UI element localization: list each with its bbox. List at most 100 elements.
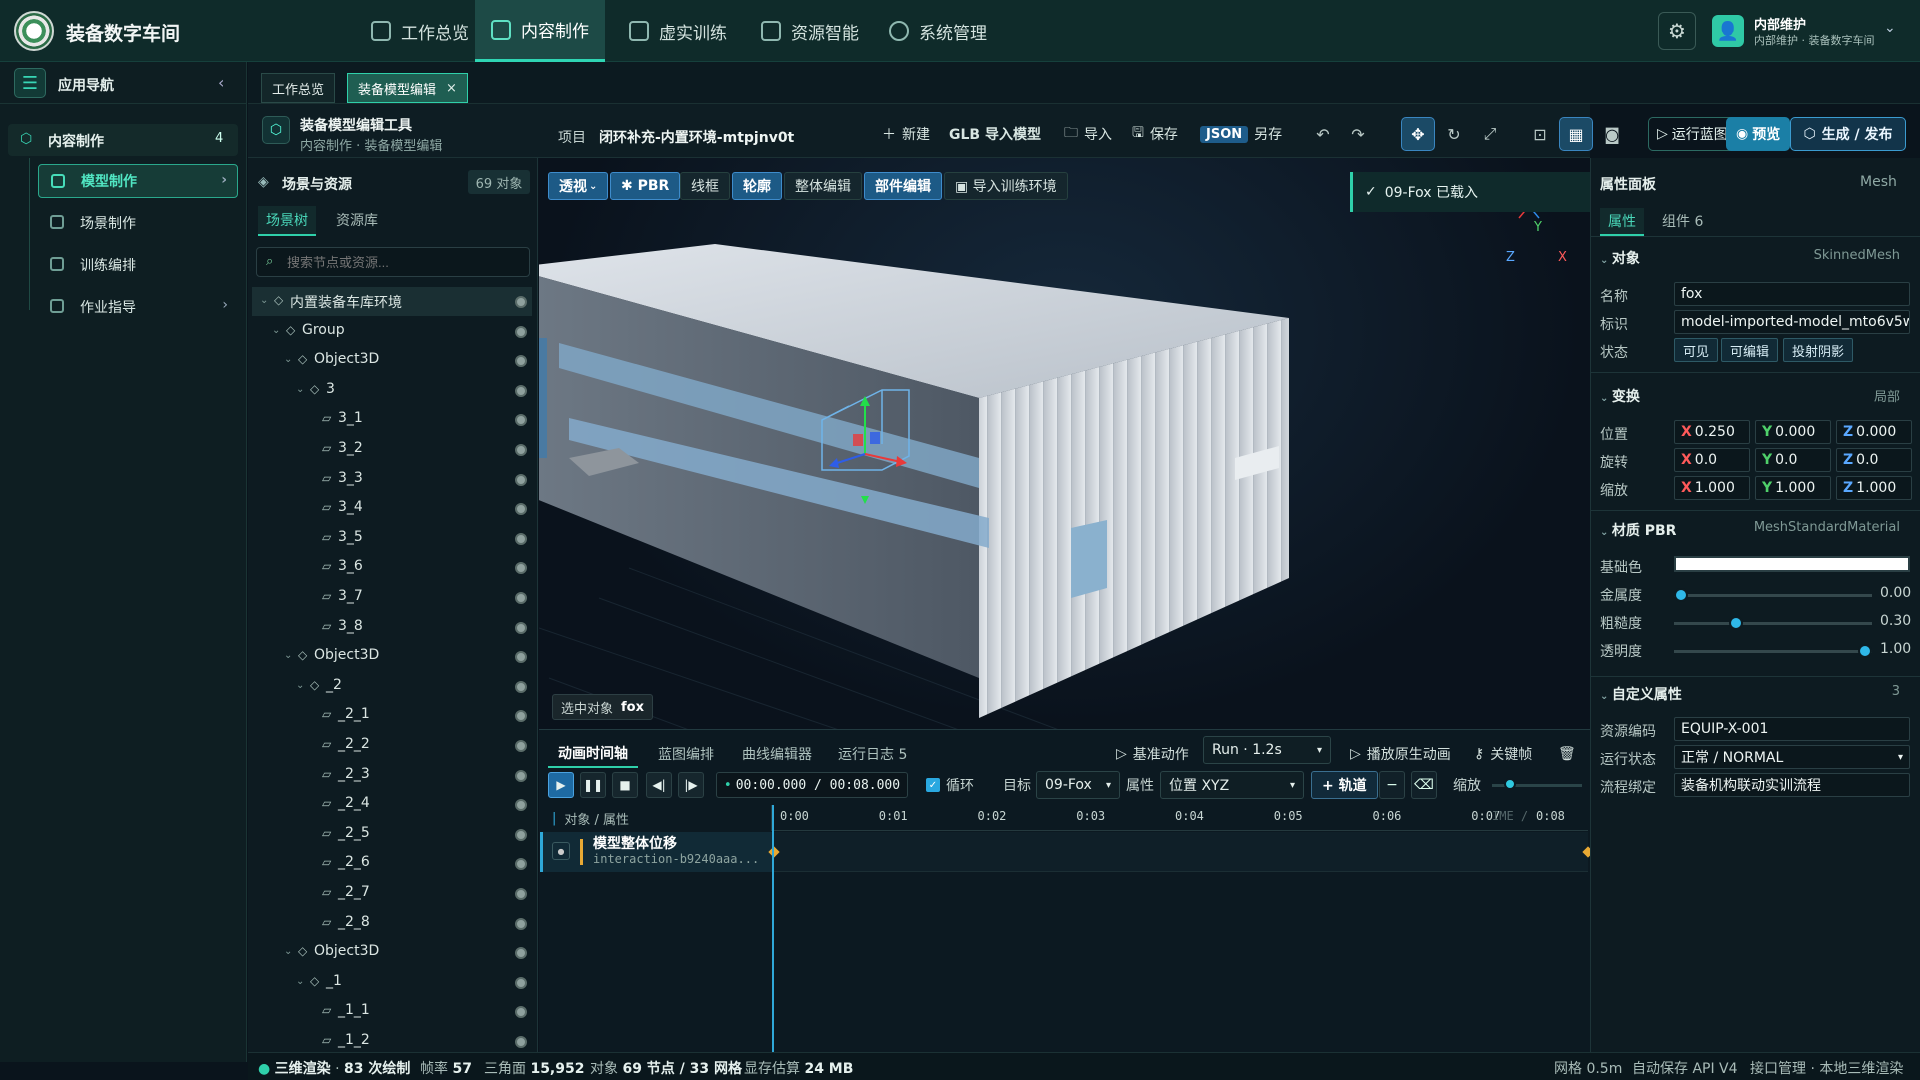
- stop-button[interactable]: ■: [612, 772, 638, 798]
- base-color-swatch[interactable]: [1674, 556, 1910, 572]
- transform-y-field[interactable]: Y 0.0: [1755, 448, 1831, 472]
- tab-run-log[interactable]: 运行日志 5: [828, 740, 917, 768]
- tree-node[interactable]: ▱ 3_6: [252, 553, 532, 582]
- eye-icon[interactable]: [515, 680, 527, 693]
- tree-node[interactable]: ▱ 3_7: [252, 583, 532, 612]
- state-editable-chip[interactable]: 可编辑: [1721, 338, 1779, 362]
- chevron-down-icon[interactable]: ⌄: [260, 295, 268, 306]
- add-track-button[interactable]: + 轨道: [1311, 771, 1378, 799]
- tree-node[interactable]: ⌄ ◇ Group: [252, 317, 532, 346]
- play-button[interactable]: ▶: [548, 772, 574, 798]
- tab-model-edit[interactable]: 装备模型编辑 ×: [347, 73, 468, 103]
- section-object[interactable]: ⌄ 对象 SkinnedMesh: [1600, 248, 1910, 268]
- track-visibility-toggle[interactable]: ●: [552, 842, 570, 860]
- sidebar-item-guide[interactable]: 作业指导 ›: [38, 290, 238, 324]
- track-lane[interactable]: [772, 832, 1588, 872]
- tree-node[interactable]: ⌄ ◇ _1: [252, 968, 532, 997]
- run-blueprint-button[interactable]: ▷ 运行蓝图: [1648, 117, 1737, 151]
- sidebar-item-training[interactable]: 训练编排: [38, 248, 238, 282]
- tree-node[interactable]: ▱ _1_1: [252, 997, 532, 1026]
- minus-button[interactable]: −: [1379, 771, 1405, 799]
- tree-node[interactable]: ⌄ ◇ _2: [252, 672, 532, 701]
- eye-icon[interactable]: [515, 414, 527, 427]
- whole-edit-button[interactable]: 整体编辑: [784, 172, 862, 200]
- eye-icon[interactable]: [515, 355, 527, 368]
- eye-icon[interactable]: [515, 740, 527, 752]
- tab-blueprint[interactable]: 蓝图编排: [648, 740, 724, 768]
- loop-checkbox[interactable]: ✓: [926, 778, 940, 792]
- eye-icon[interactable]: [515, 769, 527, 782]
- slider-thumb[interactable]: [1674, 588, 1688, 602]
- pause-button[interactable]: ❚❚: [580, 772, 606, 798]
- tree-node[interactable]: ⌄ ◇ 3: [252, 376, 532, 405]
- eye-icon[interactable]: [515, 858, 527, 871]
- save-button[interactable]: 🖫 保存: [1128, 118, 1182, 150]
- clear-button[interactable]: ⌫: [1411, 771, 1437, 799]
- play-original-button[interactable]: ▷ 播放原生动画: [1350, 740, 1451, 768]
- 3d-viewport[interactable]: [539, 158, 1590, 730]
- tree-node[interactable]: ▱ 3_2: [252, 435, 532, 464]
- new-button[interactable]: ＋新建: [878, 118, 934, 150]
- material-slider[interactable]: [1674, 622, 1872, 625]
- move-icon[interactable]: ✥: [1401, 117, 1435, 151]
- tree-node[interactable]: ▱ _2_7: [252, 879, 532, 908]
- custom-field[interactable]: 正常 / NORMAL ▾: [1674, 745, 1910, 769]
- sidebar-item-model[interactable]: 模型制作 ›: [38, 164, 238, 198]
- menu-icon[interactable]: ☰: [14, 68, 46, 98]
- eye-icon[interactable]: [515, 325, 527, 338]
- custom-field[interactable]: EQUIP-X-001: [1674, 717, 1910, 741]
- eye-icon[interactable]: [515, 621, 527, 634]
- transform-x-field[interactable]: X 1.000: [1674, 476, 1750, 500]
- transform-y-field[interactable]: Y 1.000: [1755, 476, 1831, 500]
- preview-button[interactable]: ◉ 预览: [1726, 117, 1791, 151]
- nav-content[interactable]: 内容制作: [475, 0, 605, 62]
- state-shadow-chip[interactable]: 投射阴影: [1783, 338, 1854, 362]
- tree-node[interactable]: ▱ _2_2: [252, 731, 532, 760]
- search-input[interactable]: [256, 247, 530, 277]
- chevron-down-icon[interactable]: ⌄: [284, 354, 292, 365]
- transform-x-field[interactable]: X 0.250: [1674, 420, 1750, 444]
- tree-node[interactable]: ▱ _2_6: [252, 849, 532, 878]
- view-outline-button[interactable]: 轮廓: [732, 172, 782, 200]
- nav-system[interactable]: 系统管理: [873, 0, 1003, 62]
- scale-icon[interactable]: ⤢: [1473, 117, 1507, 151]
- playhead[interactable]: [772, 805, 774, 1052]
- transform-x-field[interactable]: X 0.0: [1674, 448, 1750, 472]
- eye-icon[interactable]: [515, 562, 527, 575]
- nav-training[interactable]: 虚实训练: [613, 0, 743, 62]
- eye-icon[interactable]: [515, 503, 527, 516]
- property-select[interactable]: 位置 XYZ ▾: [1160, 771, 1304, 799]
- tree-node[interactable]: ▱ 3_8: [252, 613, 532, 642]
- tab-scene-tree[interactable]: 场景树: [258, 206, 316, 236]
- camera-icon[interactable]: ◙: [1595, 117, 1629, 151]
- tree-node[interactable]: ▱ 3_1: [252, 405, 532, 434]
- eye-icon[interactable]: [515, 384, 527, 397]
- tab-curve-editor[interactable]: 曲线编辑器: [732, 740, 822, 768]
- slider-thumb[interactable]: [1858, 644, 1872, 658]
- settings-button[interactable]: ⚙: [1658, 12, 1696, 50]
- view-wireframe-button[interactable]: 线框: [680, 172, 730, 200]
- part-edit-button[interactable]: 部件编辑: [864, 172, 942, 200]
- rotate-icon[interactable]: ↻: [1437, 117, 1471, 151]
- eye-icon[interactable]: [515, 1036, 527, 1048]
- undo-icon[interactable]: ↶: [1306, 117, 1340, 151]
- eye-icon[interactable]: [515, 1006, 527, 1019]
- eye-icon[interactable]: [515, 651, 527, 664]
- chevron-down-icon[interactable]: ⌄: [1884, 20, 1896, 36]
- nav-overview[interactable]: 工作总览: [355, 0, 485, 62]
- tree-node[interactable]: ▱ _2_4: [252, 790, 532, 819]
- view-pbr-button[interactable]: ✱ PBR: [610, 172, 681, 200]
- custom-field[interactable]: 装备机构联动实训流程: [1674, 773, 1910, 797]
- material-slider[interactable]: [1674, 650, 1872, 653]
- time-ruler[interactable]: 0:00 0:01 0:02 0:03 0:04 0:05 0:06 0:07 0:08 IME …: [772, 805, 1588, 831]
- import-button[interactable]: 🗀 导入: [1060, 118, 1116, 150]
- id-field[interactable]: model-imported-model_mto6v5w: [1674, 310, 1910, 334]
- chevron-down-icon[interactable]: ⌄: [296, 680, 304, 691]
- save-as-button[interactable]: JSON 另存: [1196, 118, 1286, 150]
- eye-icon[interactable]: [515, 473, 527, 486]
- state-visible-chip[interactable]: 可见: [1674, 338, 1719, 362]
- avatar[interactable]: 👤: [1712, 15, 1744, 47]
- chevron-down-icon[interactable]: ⌄: [284, 650, 292, 661]
- eye-icon[interactable]: [515, 799, 527, 812]
- eye-icon[interactable]: [515, 947, 527, 960]
